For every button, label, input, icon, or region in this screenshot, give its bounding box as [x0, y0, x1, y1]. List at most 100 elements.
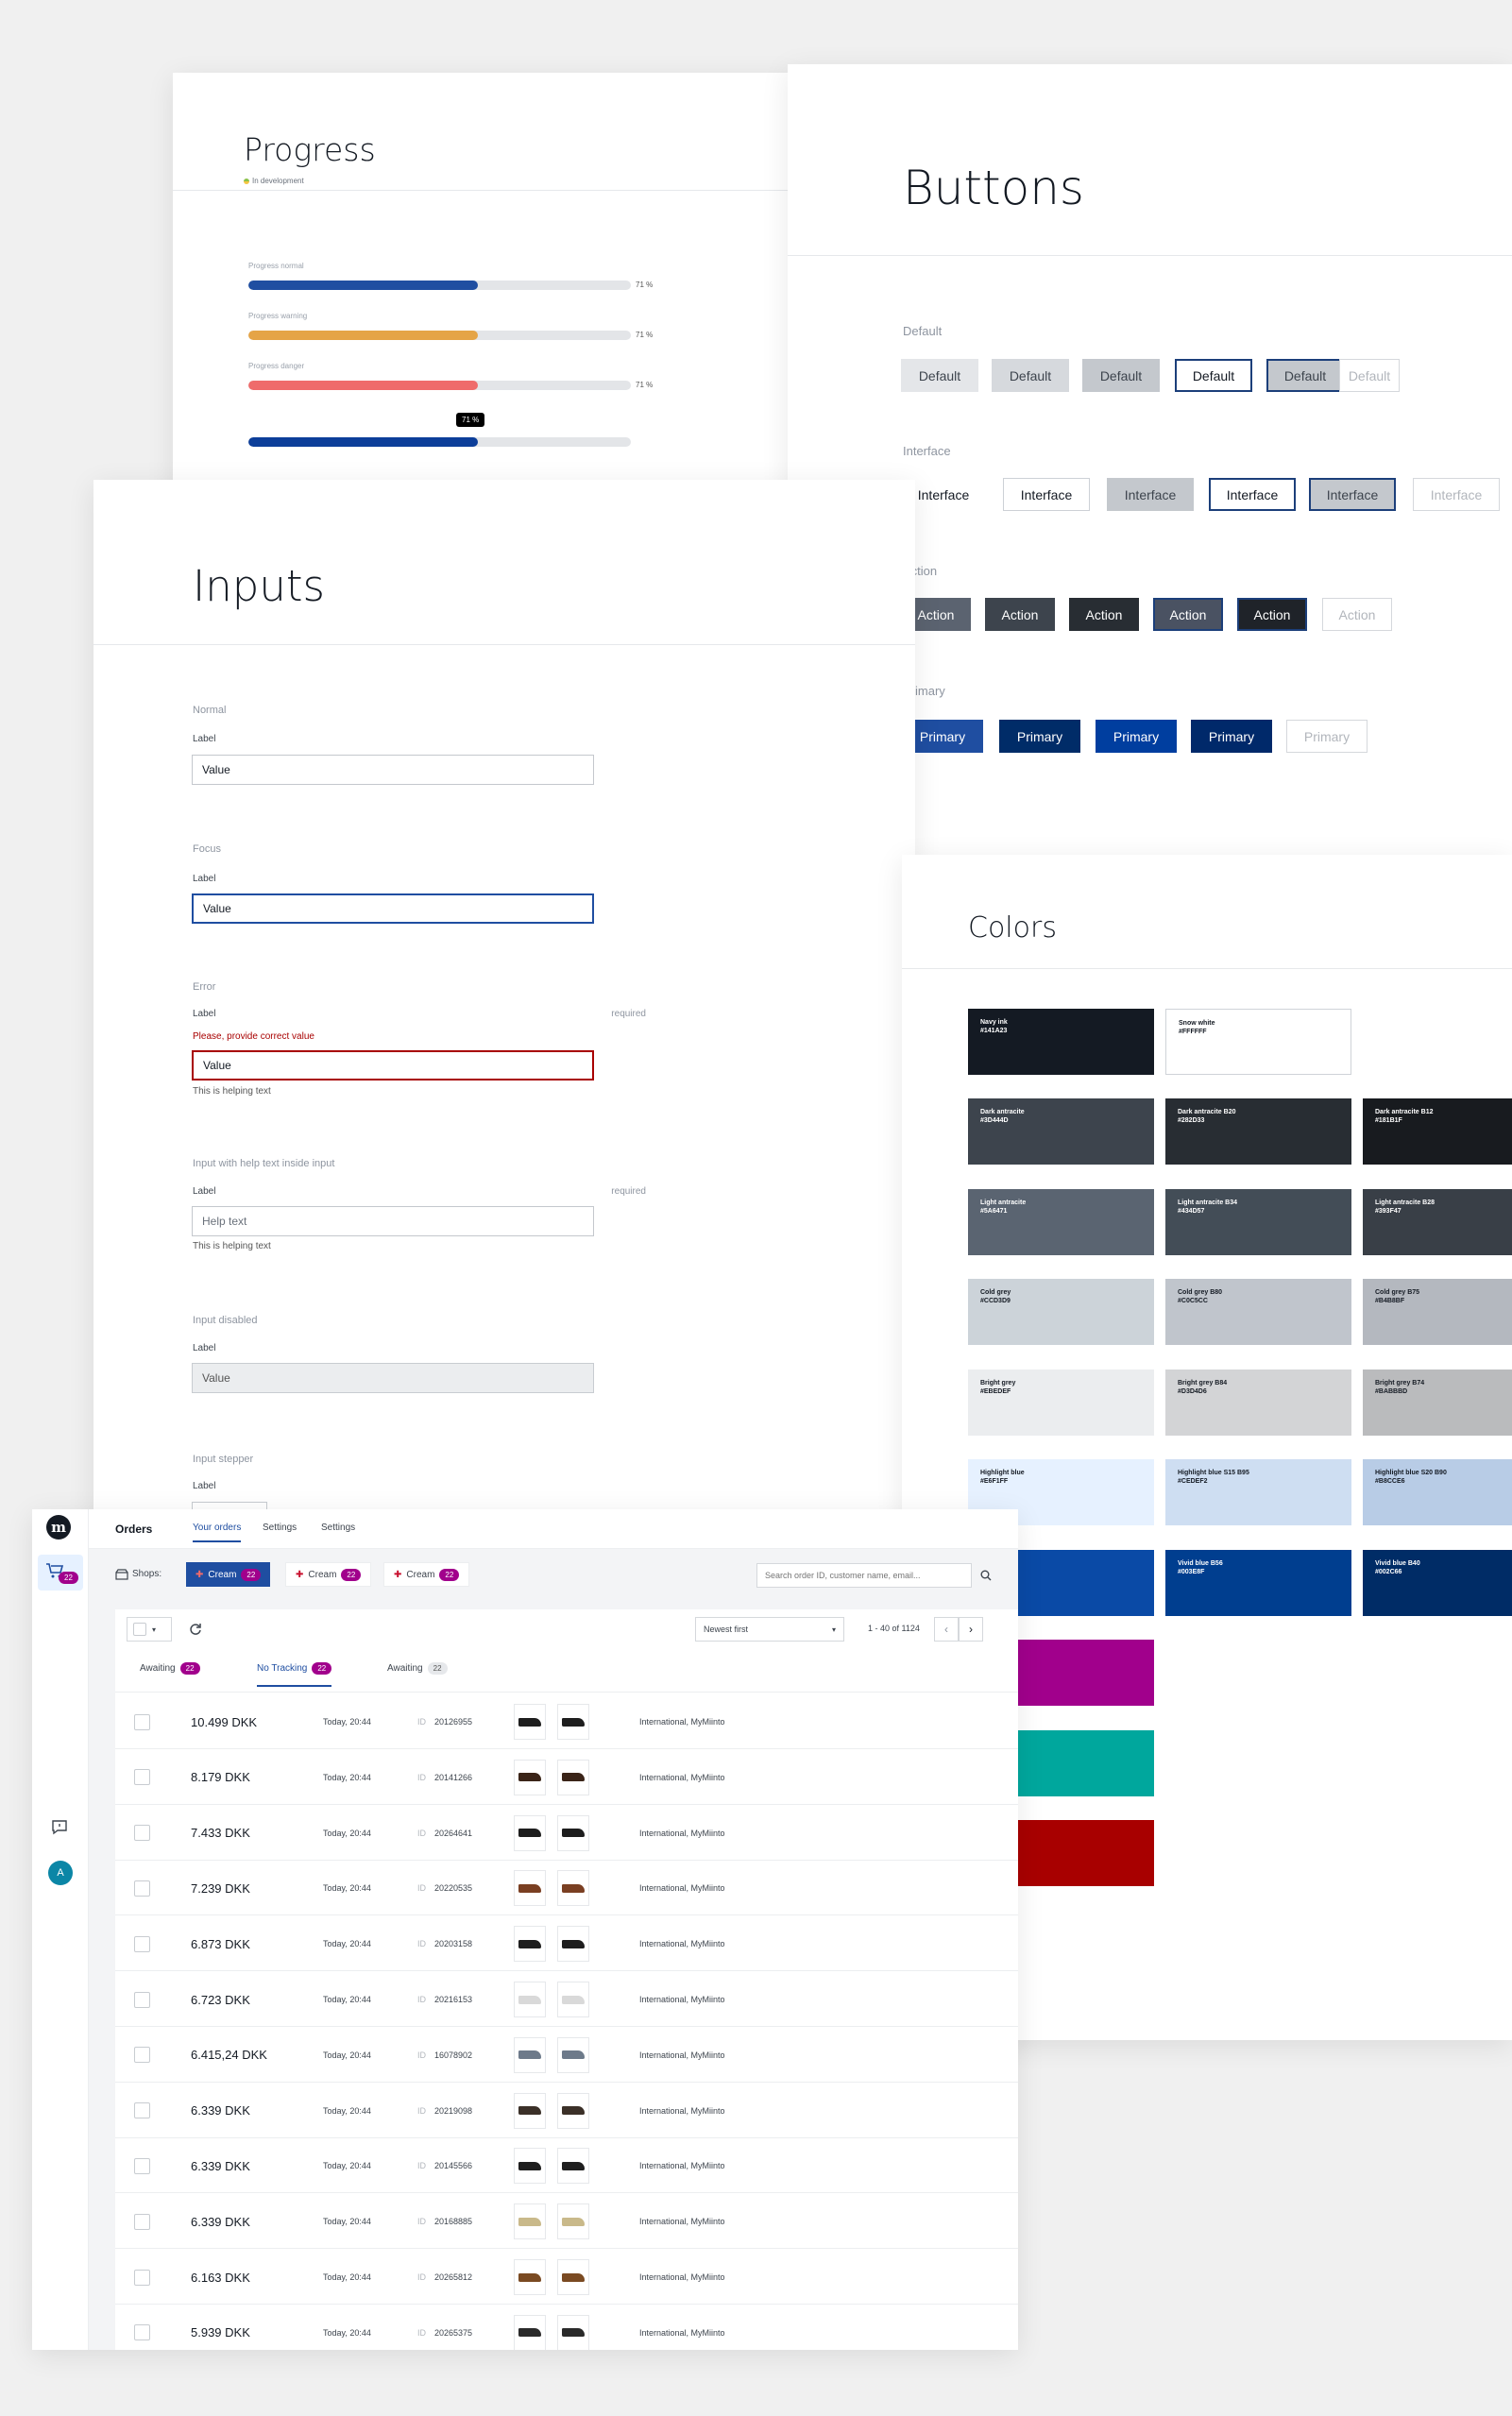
product-thumbnail[interactable] [557, 2148, 589, 2185]
table-row[interactable]: 6.339 DKK Today, 20:44 ID 20168885 Internati… [115, 2194, 1018, 2250]
product-thumbnail[interactable] [514, 1704, 546, 1740]
search-input[interactable] [756, 1563, 972, 1588]
color-swatch: Cold grey B80 #C0C5CC [1165, 1279, 1351, 1345]
product-thumbnail[interactable] [557, 2259, 589, 2295]
product-thumbnail[interactable] [557, 2092, 589, 2129]
table-row[interactable]: 5.939 DKK Today, 20:44 ID 20265375 Internati… [115, 2305, 1018, 2350]
row-checkbox[interactable] [134, 1991, 150, 2008]
product-thumbnail[interactable] [557, 1926, 589, 1963]
refresh-icon[interactable] [189, 1623, 202, 1636]
order-destination: International, MyMiinto [639, 1772, 725, 1782]
sort-value: Newest first [704, 1625, 749, 1634]
product-thumbnail[interactable] [514, 1982, 546, 2017]
product-thumbnail[interactable] [557, 1759, 589, 1795]
input-focus[interactable]: Value [192, 893, 594, 924]
product-thumbnail[interactable] [557, 1814, 589, 1851]
search-icon[interactable] [980, 1570, 992, 1581]
action-button-pressed[interactable]: Action [1069, 598, 1139, 631]
prev-page-button[interactable]: ‹ [934, 1617, 959, 1642]
tab-settings[interactable]: Settings [263, 1523, 297, 1533]
divider [902, 968, 1512, 969]
product-thumbnail[interactable] [514, 1870, 546, 1907]
row-checkbox[interactable] [134, 2213, 150, 2230]
default-button-pressed[interactable]: Default [1082, 359, 1160, 392]
order-amount: 7.239 DKK [191, 1880, 250, 1896]
default-button[interactable]: Default [901, 359, 978, 392]
interface-button-hover[interactable]: Interface [1003, 478, 1090, 511]
row-checkbox[interactable] [134, 1935, 150, 1952]
feedback-icon[interactable] [51, 1819, 68, 1836]
select-all-checkbox[interactable] [133, 1623, 146, 1636]
product-thumbnail[interactable] [557, 2036, 589, 2073]
action-button-hover[interactable]: Action [985, 598, 1055, 631]
primary-button-focus[interactable]: Primary [1191, 720, 1272, 753]
primary-button-hover[interactable]: Primary [999, 720, 1080, 753]
table-row[interactable]: 7.239 DKK Today, 20:44 ID 20220535 Internati… [115, 1861, 1018, 1916]
sidebar-item-orders[interactable]: 22 [38, 1555, 83, 1591]
progress-fill [248, 281, 478, 290]
avatar[interactable]: A [48, 1861, 73, 1885]
row-checkbox[interactable] [134, 2102, 150, 2119]
product-thumbnail[interactable] [514, 2203, 546, 2240]
row-checkbox[interactable] [134, 1713, 150, 1730]
table-row[interactable]: 7.433 DKK Today, 20:44 ID 20264641 Internati… [115, 1806, 1018, 1861]
shop-filter-cream-3[interactable]: ✚ Cream 22 [383, 1562, 470, 1587]
interface-button-pressed[interactable]: Interface [1107, 478, 1194, 511]
table-row[interactable]: 6.415,24 DKK Today, 20:44 ID 16078902 Intern… [115, 2028, 1018, 2083]
action-button-active[interactable]: Action [1237, 598, 1307, 631]
product-thumbnail[interactable] [514, 2036, 546, 2073]
progress-bar [248, 331, 631, 340]
primary-button-pressed[interactable]: Primary [1096, 720, 1177, 753]
tab-awaiting-2[interactable]: Awaiting 22 [387, 1662, 448, 1675]
row-checkbox[interactable] [134, 2269, 150, 2286]
table-row[interactable]: 10.499 DKK Today, 20:44 ID 20126955 Internat… [115, 1694, 1018, 1749]
default-button-hover[interactable]: Default [992, 359, 1069, 392]
row-checkbox[interactable] [134, 1769, 150, 1786]
product-thumbnail[interactable] [557, 1870, 589, 1907]
product-thumbnail[interactable] [557, 2314, 589, 2350]
product-thumbnail[interactable] [514, 2259, 546, 2295]
sort-select[interactable]: Newest first ▾ [695, 1617, 844, 1642]
product-thumbnail[interactable] [557, 2203, 589, 2240]
product-thumbnail[interactable] [557, 1982, 589, 2017]
shop-filter-cream-2[interactable]: ✚ Cream 22 [285, 1562, 372, 1587]
tab-settings-2[interactable]: Settings [321, 1523, 355, 1533]
table-row[interactable]: 6.723 DKK Today, 20:44 ID 20216153 Internati… [115, 1972, 1018, 2027]
default-button-active[interactable]: Default [1266, 359, 1344, 392]
row-checkbox[interactable] [134, 2047, 150, 2064]
input-with-help[interactable]: Help text [192, 1206, 594, 1236]
product-thumbnail[interactable] [557, 1704, 589, 1740]
interface-button-focus[interactable]: Interface [1209, 478, 1296, 511]
progress-bar [248, 437, 631, 447]
logo[interactable]: m [46, 1515, 71, 1540]
product-thumbnail[interactable] [514, 2314, 546, 2350]
table-row[interactable]: 6.163 DKK Today, 20:44 ID 20265812 Internati… [115, 2250, 1018, 2305]
row-checkbox[interactable] [134, 1880, 150, 1897]
row-checkbox[interactable] [134, 2324, 150, 2341]
tab-awaiting[interactable]: Awaiting 22 [140, 1662, 200, 1675]
shop-name: Cream [406, 1569, 435, 1580]
table-row[interactable]: 8.179 DKK Today, 20:44 ID 20141266 Internati… [115, 1750, 1018, 1805]
product-thumbnail[interactable] [514, 1926, 546, 1963]
input-error[interactable]: Value [192, 1050, 594, 1080]
row-checkbox[interactable] [134, 2157, 150, 2174]
shop-filter-cream[interactable]: ✚ Cream 22 [186, 1562, 271, 1587]
next-page-button[interactable]: › [959, 1617, 983, 1642]
default-button-focus[interactable]: Default [1175, 359, 1252, 392]
product-thumbnail[interactable] [514, 2148, 546, 2185]
order-time: Today, 20:44 [323, 1828, 371, 1838]
action-button-focus[interactable]: Action [1153, 598, 1223, 631]
product-thumbnail[interactable] [514, 1759, 546, 1795]
input-normal[interactable]: Value [192, 755, 594, 785]
table-row[interactable]: 6.873 DKK Today, 20:44 ID 20203158 Internati… [115, 1916, 1018, 1972]
table-row[interactable]: 6.339 DKK Today, 20:44 ID 20145566 Internati… [115, 2138, 1018, 2194]
tab-no-tracking[interactable]: No Tracking 22 [257, 1662, 332, 1687]
select-all-dropdown[interactable]: ▾ [127, 1617, 172, 1642]
product-thumbnail[interactable] [514, 2092, 546, 2129]
color-swatch: Bright grey #EBEDEF [968, 1370, 1154, 1436]
interface-button-active[interactable]: Interface [1309, 478, 1396, 511]
table-row[interactable]: 6.339 DKK Today, 20:44 ID 20219098 Internati… [115, 2084, 1018, 2138]
product-thumbnail[interactable] [514, 1814, 546, 1851]
tab-your-orders[interactable]: Your orders [193, 1523, 242, 1542]
row-checkbox[interactable] [134, 1825, 150, 1842]
